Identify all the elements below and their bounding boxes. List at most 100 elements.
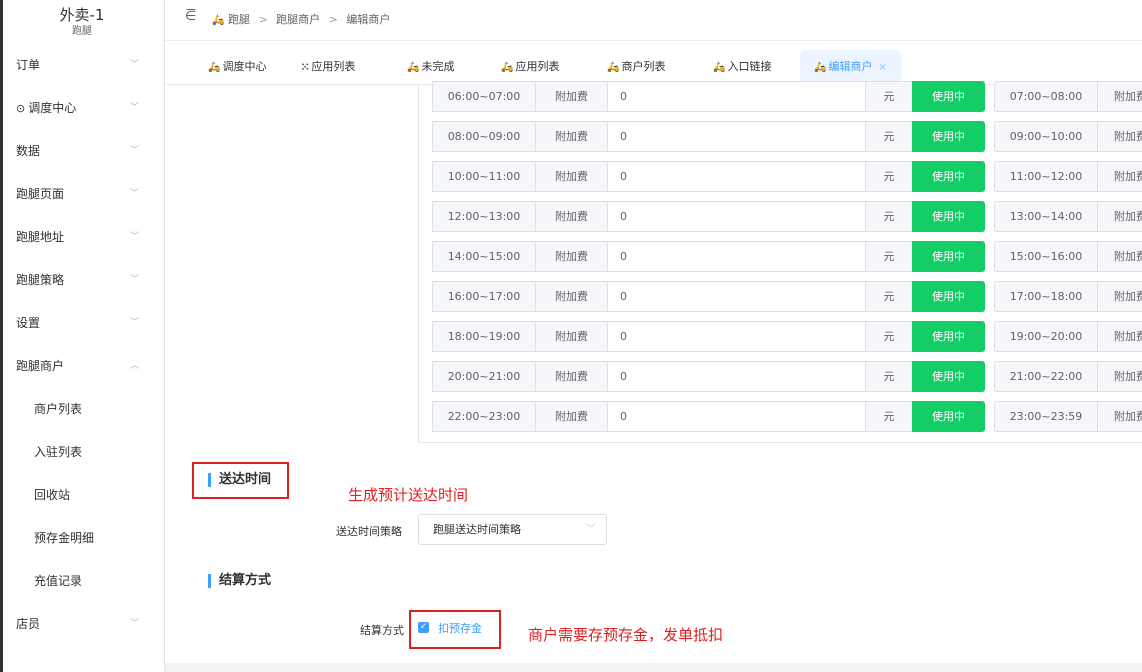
slot-time: 22:00~23:00	[432, 401, 536, 432]
breadcrumb-item[interactable]: 跑腿	[228, 13, 250, 26]
tab-bar: 🛵 调度中心 ⁙ 应用列表 🛵 未完成 🛵 应用列表 🛵 商户列表 🛵 入口链接 🛵 编辑商户…	[165, 41, 1142, 85]
chevron-icon: ︿	[130, 361, 140, 371]
sidebar-menu: 订单 ﹀ ⊙ 调度中心 ﹀ 数据 ﹀ 跑腿页面 ﹀ 跑腿地址 ﹀ 跑腿策略 ﹀ 设置 ﹀ 跑腿商户 ︿ 商户列表入…	[0, 44, 164, 646]
menu-fold-icon[interactable]: ⋶	[185, 9, 196, 24]
slot-unit: 元	[866, 361, 912, 392]
app-title: 外卖-1	[59, 6, 105, 24]
strategy-select[interactable]: 跑腿送达时间策略 ﹀	[418, 514, 607, 545]
slot-time: 16:00~17:00	[432, 281, 536, 312]
time-slot-row: 12:00~13:00附加费0元使用中13:00~14:00附加费	[432, 201, 1142, 232]
prepaid-checkbox[interactable]: ✓	[418, 622, 429, 633]
sidebar-item-label: 跑腿商户	[16, 359, 65, 373]
sidebar-item[interactable]: 店员 ﹀	[0, 603, 164, 646]
slot-fee-input[interactable]: 0	[607, 321, 866, 352]
prepaid-option-label[interactable]: 扣预存金	[438, 620, 482, 636]
sidebar-item-label: 设置	[16, 316, 41, 330]
slot-fee-label: 附加费	[1098, 401, 1142, 432]
slot-fee-input[interactable]: 0	[607, 121, 866, 152]
slot-status-button[interactable]: 使用中	[912, 121, 985, 152]
slot-time: 23:00~23:59	[994, 401, 1098, 432]
main-content: 06:00~07:00附加费0元使用中07:00~08:00附加费08:00~0…	[180, 81, 1142, 663]
brand: 外卖-1 跑腿	[0, 0, 164, 44]
sidebar: 外卖-1 跑腿 订单 ﹀ ⊙ 调度中心 ﹀ 数据 ﹀ 跑腿页面 ﹀ 跑腿地址 ﹀ 跑腿策略 ﹀ 设置 ﹀ 跑腿…	[0, 0, 165, 672]
sidebar-item[interactable]: 数据 ﹀	[0, 130, 164, 173]
slot-unit: 元	[866, 401, 912, 432]
slot-unit: 元	[866, 161, 912, 192]
chevron-icon: ﹀	[130, 146, 140, 156]
tab-app-list-2[interactable]: 🛵 应用列表	[501, 50, 559, 83]
tab-dispatch-center[interactable]: 🛵 调度中心	[208, 50, 266, 83]
sidebar-item[interactable]: 跑腿商户 ︿	[0, 345, 164, 388]
slot-fee-input[interactable]: 0	[607, 361, 866, 392]
slot-fee-label: 附加费	[1098, 121, 1142, 152]
chevron-icon: ﹀	[130, 189, 140, 199]
sidebar-item[interactable]: 跑腿地址 ﹀	[0, 216, 164, 259]
sidebar-subitem[interactable]: 入驻列表	[0, 431, 164, 474]
chevron-icon: ﹀	[130, 318, 140, 328]
slot-fee-input[interactable]: 0	[607, 161, 866, 192]
slot-status-button[interactable]: 使用中	[912, 361, 985, 392]
sidebar-subitem[interactable]: 充值记录	[0, 560, 164, 603]
tab-label: 调度中心	[222, 60, 267, 73]
tab-merchant-list[interactable]: 🛵 商户列表	[607, 50, 665, 83]
slot-fee-label: 附加费	[536, 401, 607, 432]
topbar: ⋶ 🛵 跑腿 > 跑腿商户 > 编辑商户	[165, 0, 1142, 41]
tab-unfinished[interactable]: 🛵 未完成	[407, 50, 454, 83]
slot-time: 06:00~07:00	[432, 81, 536, 112]
time-slot-row: 16:00~17:00附加费0元使用中17:00~18:00附加费	[432, 281, 1142, 312]
slot-time: 11:00~12:00	[994, 161, 1098, 192]
slot-status-button[interactable]: 使用中	[912, 321, 985, 352]
tab-edit-merchant[interactable]: 🛵 编辑商户 ×	[800, 50, 901, 83]
slot-status-button[interactable]: 使用中	[912, 401, 985, 432]
slot-fee-input[interactable]: 0	[607, 81, 866, 112]
breadcrumb: 🛵 跑腿 > 跑腿商户 > 编辑商户	[212, 11, 390, 27]
sidebar-subitem[interactable]: 回收站	[0, 474, 164, 517]
slot-fee-input[interactable]: 0	[607, 201, 866, 232]
slot-status-button[interactable]: 使用中	[912, 201, 985, 232]
sidebar-subitem[interactable]: 商户列表	[0, 388, 164, 431]
time-slot-row: 08:00~09:00附加费0元使用中09:00~10:00附加费	[432, 121, 1142, 152]
tab-label: 入口链接	[727, 60, 772, 73]
settlement-label: 结算方式	[360, 624, 404, 637]
breadcrumb-current: 编辑商户	[346, 13, 391, 26]
slot-fee-input[interactable]: 0	[607, 241, 866, 272]
tab-app-list[interactable]: ⁙ 应用列表	[301, 50, 355, 83]
breadcrumb-item[interactable]: 跑腿商户	[276, 13, 320, 26]
slot-time: 08:00~09:00	[432, 121, 536, 152]
time-slot-row: 06:00~07:00附加费0元使用中07:00~08:00附加费	[432, 81, 1142, 112]
slot-fee-input[interactable]: 0	[607, 401, 866, 432]
close-icon[interactable]: ×	[878, 62, 886, 73]
slot-status-button[interactable]: 使用中	[912, 81, 985, 112]
sidebar-item[interactable]: 跑腿策略 ﹀	[0, 259, 164, 302]
slot-unit: 元	[866, 321, 912, 352]
bike-icon: 🛵	[607, 62, 620, 73]
grid-icon: ⁙	[301, 62, 310, 73]
chevron-icon: ﹀	[130, 232, 140, 242]
slot-fee-label: 附加费	[536, 321, 607, 352]
bike-icon: 🛵	[208, 62, 221, 73]
slot-time: 15:00~16:00	[994, 241, 1098, 272]
sidebar-item[interactable]: 跑腿页面 ﹀	[0, 173, 164, 216]
slot-fee-label: 附加费	[1098, 321, 1142, 352]
sidebar-item-label: 跑腿地址	[16, 230, 65, 244]
sidebar-item[interactable]: 订单 ﹀	[0, 44, 164, 87]
time-slot-row: 10:00~11:00附加费0元使用中11:00~12:00附加费	[432, 161, 1142, 192]
time-slot-row: 14:00~15:00附加费0元使用中15:00~16:00附加费	[432, 241, 1142, 272]
slot-fee-label: 附加费	[1098, 201, 1142, 232]
slot-unit: 元	[866, 201, 912, 232]
slot-fee-label: 附加费	[536, 361, 607, 392]
slot-time: 14:00~15:00	[432, 241, 536, 272]
slot-fee-label: 附加费	[536, 121, 607, 152]
slot-time: 12:00~13:00	[432, 201, 536, 232]
sidebar-item-label: 跑腿策略	[16, 273, 65, 287]
slot-status-button[interactable]: 使用中	[912, 241, 985, 272]
sidebar-subitem[interactable]: 预存金明细	[0, 517, 164, 560]
sidebar-item-label: 调度中心	[28, 101, 77, 115]
sidebar-item[interactable]: ⊙ 调度中心 ﹀	[0, 87, 164, 130]
slot-status-button[interactable]: 使用中	[912, 281, 985, 312]
slot-fee-input[interactable]: 0	[607, 281, 866, 312]
chevron-icon: ﹀	[130, 103, 140, 113]
tab-entry-link[interactable]: 🛵 入口链接	[713, 50, 771, 83]
slot-status-button[interactable]: 使用中	[912, 161, 985, 192]
sidebar-item[interactable]: 设置 ﹀	[0, 302, 164, 345]
